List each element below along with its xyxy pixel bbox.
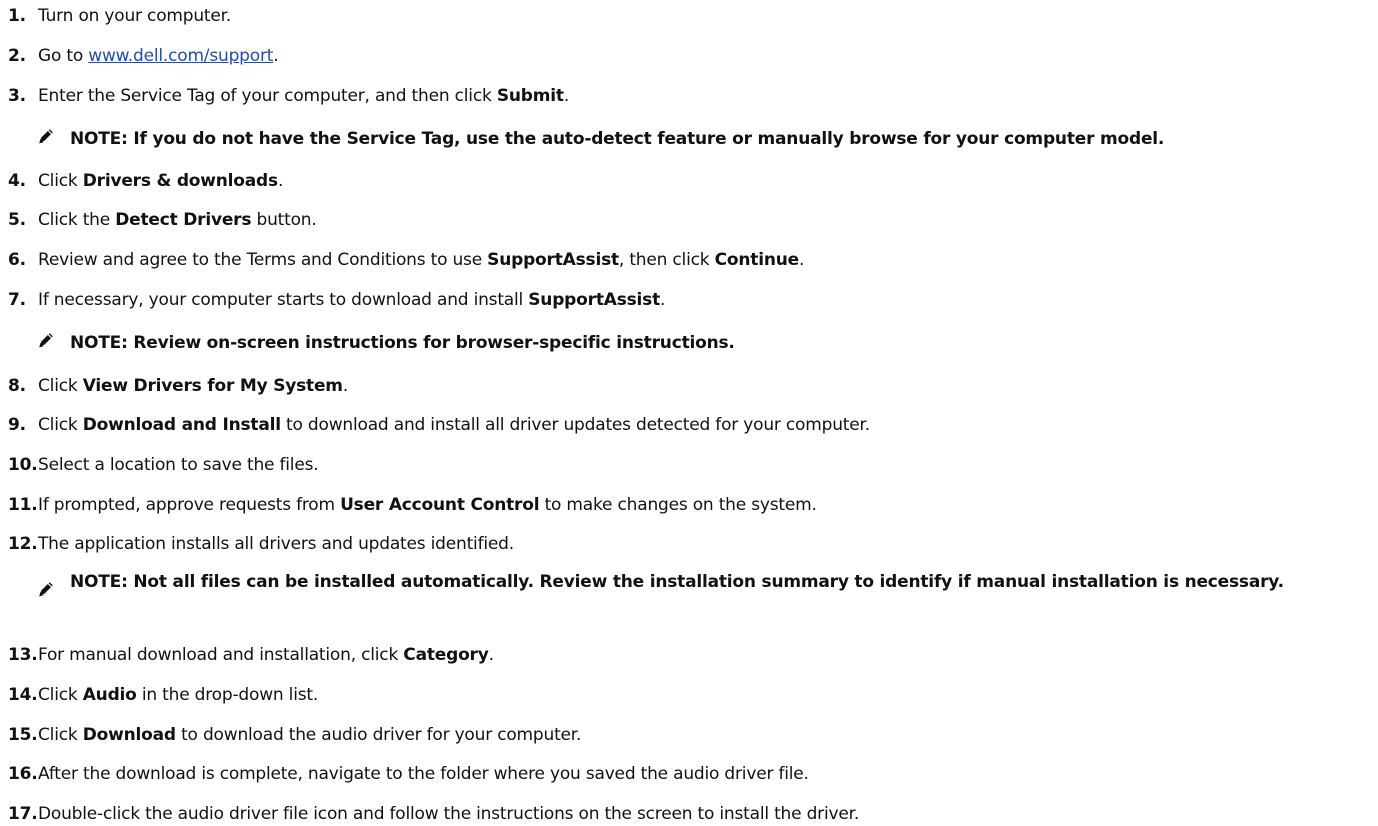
- step-14: 14. Click Audio in the drop-down list.: [8, 683, 318, 707]
- step-text: button.: [251, 210, 317, 230]
- step-number: 9.: [8, 415, 26, 435]
- step-text: , then click: [618, 250, 715, 270]
- step-text: Review and agree to the Terms and Condit…: [38, 250, 488, 270]
- step-text: in the drop-down list.: [136, 685, 319, 705]
- note-text: NOTE: If you do not have the Service Tag…: [70, 129, 1165, 149]
- step-12: 12. The application installs all drivers…: [8, 532, 514, 556]
- step-text: Enter the Service Tag of your computer, …: [38, 86, 497, 106]
- step-15: 15. Click Download to download the audio…: [8, 723, 581, 747]
- note-manual-installation: NOTE: Not all files can be installed aut…: [37, 566, 1350, 598]
- step-text: Click the: [38, 210, 116, 230]
- pencil-note-icon: [39, 129, 53, 144]
- step-6: 6. Review and agree to the Terms and Con…: [8, 248, 804, 272]
- step-11: 11. If prompted, approve requests from U…: [8, 493, 817, 517]
- step-number: 8.: [8, 376, 26, 396]
- ui-term: SupportAssist: [528, 290, 661, 310]
- step-number: 4.: [8, 171, 26, 191]
- pencil-note-icon: [39, 582, 53, 597]
- step-text: Double-click the audio driver file icon …: [38, 804, 860, 824]
- ui-term: User Account Control: [340, 495, 540, 515]
- step-17: 17. Double-click the audio driver file i…: [8, 802, 859, 826]
- step-number: 5.: [8, 210, 26, 230]
- step-2: 2. Go to www.dell.com/support.: [8, 44, 279, 68]
- step-number: 16.: [8, 764, 38, 784]
- step-3: 3. Enter the Service Tag of your compute…: [8, 84, 569, 108]
- step-text: The application installs all drivers and…: [38, 534, 514, 554]
- step-text: Click: [38, 376, 83, 396]
- step-text: .: [488, 645, 494, 665]
- step-9: 9. Click Download and Install to downloa…: [8, 413, 870, 437]
- step-8: 8. Click View Drivers for My System.: [8, 374, 348, 398]
- step-13: 13. For manual download and installation…: [8, 643, 494, 667]
- step-5: 5. Click the Detect Drivers button.: [8, 208, 317, 232]
- step-text: .: [563, 86, 570, 106]
- note-browser-instructions: NOTE: Review on-screen instructions for …: [37, 331, 1378, 355]
- note-text: NOTE: Not all files can be installed aut…: [70, 572, 1284, 592]
- step-number: 7.: [8, 290, 26, 310]
- note-text: NOTE: Review on-screen instructions for …: [70, 333, 735, 353]
- step-text: For manual download and installation, cl…: [38, 645, 404, 665]
- dell-support-link[interactable]: www.dell.com/support: [88, 46, 273, 66]
- ui-term: Download and Install: [82, 415, 281, 435]
- step-4: 4. Click Drivers & downloads.: [8, 169, 283, 193]
- ui-term: Continue: [714, 250, 800, 270]
- step-number: 11.: [8, 495, 38, 515]
- step-number: 13.: [8, 645, 38, 665]
- step-text: .: [342, 376, 349, 396]
- ui-term: View Drivers for My System: [82, 376, 343, 396]
- step-text: Go to: [38, 46, 89, 66]
- step-number: 1.: [8, 6, 26, 26]
- step-text: Click: [38, 415, 83, 435]
- step-7: 7. If necessary, your computer starts to…: [8, 288, 665, 312]
- step-text: to download and install all driver updat…: [280, 415, 870, 435]
- step-text: .: [273, 46, 279, 66]
- step-text: .: [277, 171, 284, 191]
- ui-term: Category: [403, 645, 489, 665]
- step-text: Select a location to save the files.: [38, 455, 319, 475]
- step-number: 17.: [8, 804, 38, 824]
- instructions-document: 1. Turn on your computer. 2. Go to www.d…: [0, 0, 1378, 824]
- step-number: 2.: [8, 46, 26, 66]
- step-text: If necessary, your computer starts to do…: [38, 290, 529, 310]
- step-text: Click: [38, 725, 83, 745]
- ui-term: Download: [82, 725, 176, 745]
- step-number: 6.: [8, 250, 26, 270]
- pencil-note-icon: [39, 333, 53, 348]
- step-text: to download the audio driver for your co…: [175, 725, 582, 745]
- ui-term: SupportAssist: [487, 250, 619, 270]
- step-number: 15.: [8, 725, 38, 745]
- ui-term: Submit: [496, 86, 564, 106]
- ui-term: Detect Drivers: [115, 210, 252, 230]
- step-1: 1. Turn on your computer.: [8, 4, 231, 28]
- step-text: .: [660, 290, 666, 310]
- step-text: Turn on your computer.: [38, 6, 232, 26]
- step-text: .: [798, 250, 805, 270]
- step-16: 16. After the download is complete, navi…: [8, 762, 809, 786]
- step-text: If prompted, approve requests from: [38, 495, 341, 515]
- step-text: After the download is complete, navigate…: [38, 764, 809, 784]
- step-number: 10.: [8, 455, 38, 475]
- step-text: Click: [38, 685, 83, 705]
- step-number: 3.: [8, 86, 26, 106]
- note-service-tag: NOTE: If you do not have the Service Tag…: [37, 127, 1378, 151]
- ui-term: Audio: [82, 685, 137, 705]
- step-10: 10. Select a location to save the files.: [8, 453, 319, 477]
- step-text: to make changes on the system.: [539, 495, 817, 515]
- ui-term: Drivers & downloads: [82, 171, 278, 191]
- step-number: 12.: [8, 534, 38, 554]
- step-number: 14.: [8, 685, 38, 705]
- step-text: Click: [38, 171, 83, 191]
